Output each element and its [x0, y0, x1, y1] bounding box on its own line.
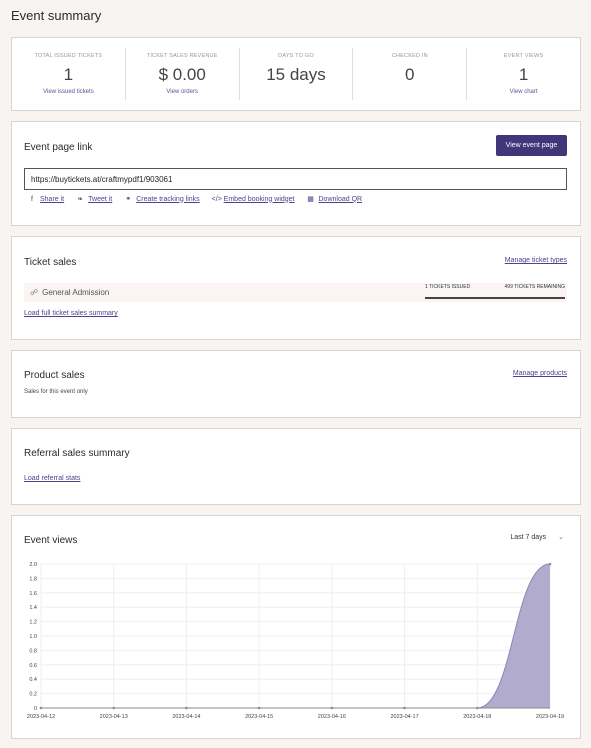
x-tick-label: 2023-04-13	[100, 714, 128, 720]
x-tick-label: 2023-04-15	[245, 714, 273, 720]
share-action-label: Create tracking links	[136, 195, 200, 203]
stat-link[interactable]: View orders	[166, 89, 198, 95]
y-tick-label: 0.8	[29, 648, 37, 654]
stats-card: TOTAL ISSUED TICKETS 1 View issued tickets…	[11, 37, 581, 111]
share-action-4[interactable]: ▦ Download QR	[307, 195, 363, 204]
stat-label: TOTAL ISSUED TICKETS	[34, 53, 103, 59]
y-tick-label: 1.2	[29, 620, 37, 626]
data-point-4	[330, 706, 334, 710]
y-tick-label: 1.8	[29, 576, 37, 582]
ticket-sales-card: Ticket sales Manage ticket types ☍ Gener…	[11, 236, 581, 340]
stat-value: $ 0.00	[158, 65, 206, 84]
referral-sales-title: Referral sales summary	[24, 448, 130, 459]
share-action-2[interactable]: ⚭ Create tracking links	[124, 195, 200, 204]
y-tick-label: 2.0	[29, 562, 37, 568]
stat-value: 1	[63, 65, 74, 84]
stat-value: 0	[405, 65, 415, 84]
event-views-card: Event views Last 7 days ⌄ 0 0.2 0.4 0.6 0.8 1…	[11, 515, 581, 739]
stat-value: 15 days	[266, 65, 326, 84]
x-tick-label: 2023-04-18	[463, 714, 491, 720]
share-actions: f Share it ❧ Tweet it ⚭ Create tracking links…	[28, 195, 363, 204]
data-point-5	[403, 706, 406, 710]
tickets-issued-count: 1 TICKETS ISSUED	[425, 284, 471, 290]
x-tick-label: 2023-04-19	[536, 714, 564, 720]
share-action-3[interactable]: </> Embed booking widget	[212, 196, 295, 203]
load-referral-stats-link[interactable]: Load referral stats	[24, 475, 80, 482]
x-tick-label: 2023-04-16	[318, 714, 346, 720]
product-sales-card: Product sales Manage products Sales for …	[11, 350, 581, 418]
stat-3: CHECKED IN 0	[353, 48, 468, 100]
y-tick-label: 0.6	[29, 663, 37, 669]
stat-label: EVENT VIEWS	[503, 53, 544, 59]
load-ticket-summary-link[interactable]: Load full ticket sales summary	[24, 310, 118, 317]
data-point-1	[112, 706, 116, 710]
event-url-field[interactable]	[24, 168, 567, 190]
manage-ticket-types-link[interactable]: Manage ticket types	[505, 257, 567, 264]
link-icon: ⚭	[125, 196, 132, 203]
view-event-page-button[interactable]: View event page	[496, 135, 567, 156]
ticket-icon: ☍	[30, 288, 39, 297]
product-sales-note: Sales for this event only	[24, 389, 88, 395]
tickets-remaining-count: 499 TICKETS REMAINING	[504, 284, 565, 290]
y-tick-label: 0.2	[29, 692, 37, 698]
facebook-icon: f	[31, 195, 33, 203]
x-tick-label: 2023-04-14	[172, 714, 200, 720]
event-page-link-title: Event page link	[24, 142, 93, 153]
share-action-label: Download QR	[318, 195, 363, 203]
share-action-0[interactable]: f Share it	[28, 196, 64, 203]
stat-link[interactable]: View issued tickets	[43, 89, 94, 95]
ticket-progress-bar	[425, 297, 565, 299]
qr-icon: ▦	[307, 196, 314, 203]
x-tick-label: 2023-04-17	[391, 714, 419, 720]
y-tick-label: 0.4	[29, 677, 37, 683]
code-icon: </>	[211, 195, 222, 203]
event-views-chart: 0 0.2 0.4 0.6 0.8 1.0 1.2 1.4 1.6 1.8 2.0 2023-04-1…	[27, 562, 564, 720]
ticket-type-row[interactable]: ☍ General Admission 1 TICKETS ISSUED 499…	[24, 283, 567, 302]
data-point-0	[39, 706, 43, 710]
data-point-7	[548, 562, 552, 566]
data-point-2	[185, 706, 188, 710]
stat-4: EVENT VIEWS 1 View chart	[467, 48, 580, 100]
y-tick-label: 0	[34, 706, 37, 712]
stat-link[interactable]: View chart	[510, 89, 538, 95]
stat-label: TICKET SALES REVENUE	[146, 53, 218, 59]
event-page-link-card: Event page link View event page f Share i…	[11, 121, 581, 226]
twitter-icon: ❧	[77, 196, 84, 203]
y-tick-label: 1.0	[29, 634, 37, 640]
y-tick-label: 1.6	[29, 591, 37, 597]
data-point-6	[475, 706, 479, 710]
page-title: Event summary	[11, 8, 102, 23]
stat-value: 1	[518, 65, 529, 84]
share-action-1[interactable]: ❧ Tweet it	[76, 195, 113, 204]
data-point-3	[257, 706, 261, 710]
share-action-label: Tweet it	[88, 195, 113, 203]
share-action-label: Embed booking widget	[223, 195, 295, 203]
manage-products-link[interactable]: Manage products	[513, 370, 567, 377]
stat-2: DAYS TO GO 15 days	[240, 48, 354, 100]
ticket-type-label: General Admission	[42, 288, 110, 297]
ticket-sales-title: Ticket sales	[24, 257, 77, 268]
share-action-label: Share it	[40, 195, 65, 203]
y-tick-label: 1.4	[29, 605, 37, 611]
product-sales-title: Product sales	[24, 370, 85, 381]
x-tick-label: 2023-04-12	[27, 714, 55, 720]
stat-label: CHECKED IN	[391, 53, 428, 59]
stat-label: DAYS TO GO	[278, 53, 314, 59]
stat-1: TICKET SALES REVENUE $ 0.00 View orders	[126, 48, 240, 100]
stat-0: TOTAL ISSUED TICKETS 1 View issued tickets	[12, 48, 126, 100]
referral-sales-card: Referral sales summary Load referral sta…	[11, 428, 581, 505]
